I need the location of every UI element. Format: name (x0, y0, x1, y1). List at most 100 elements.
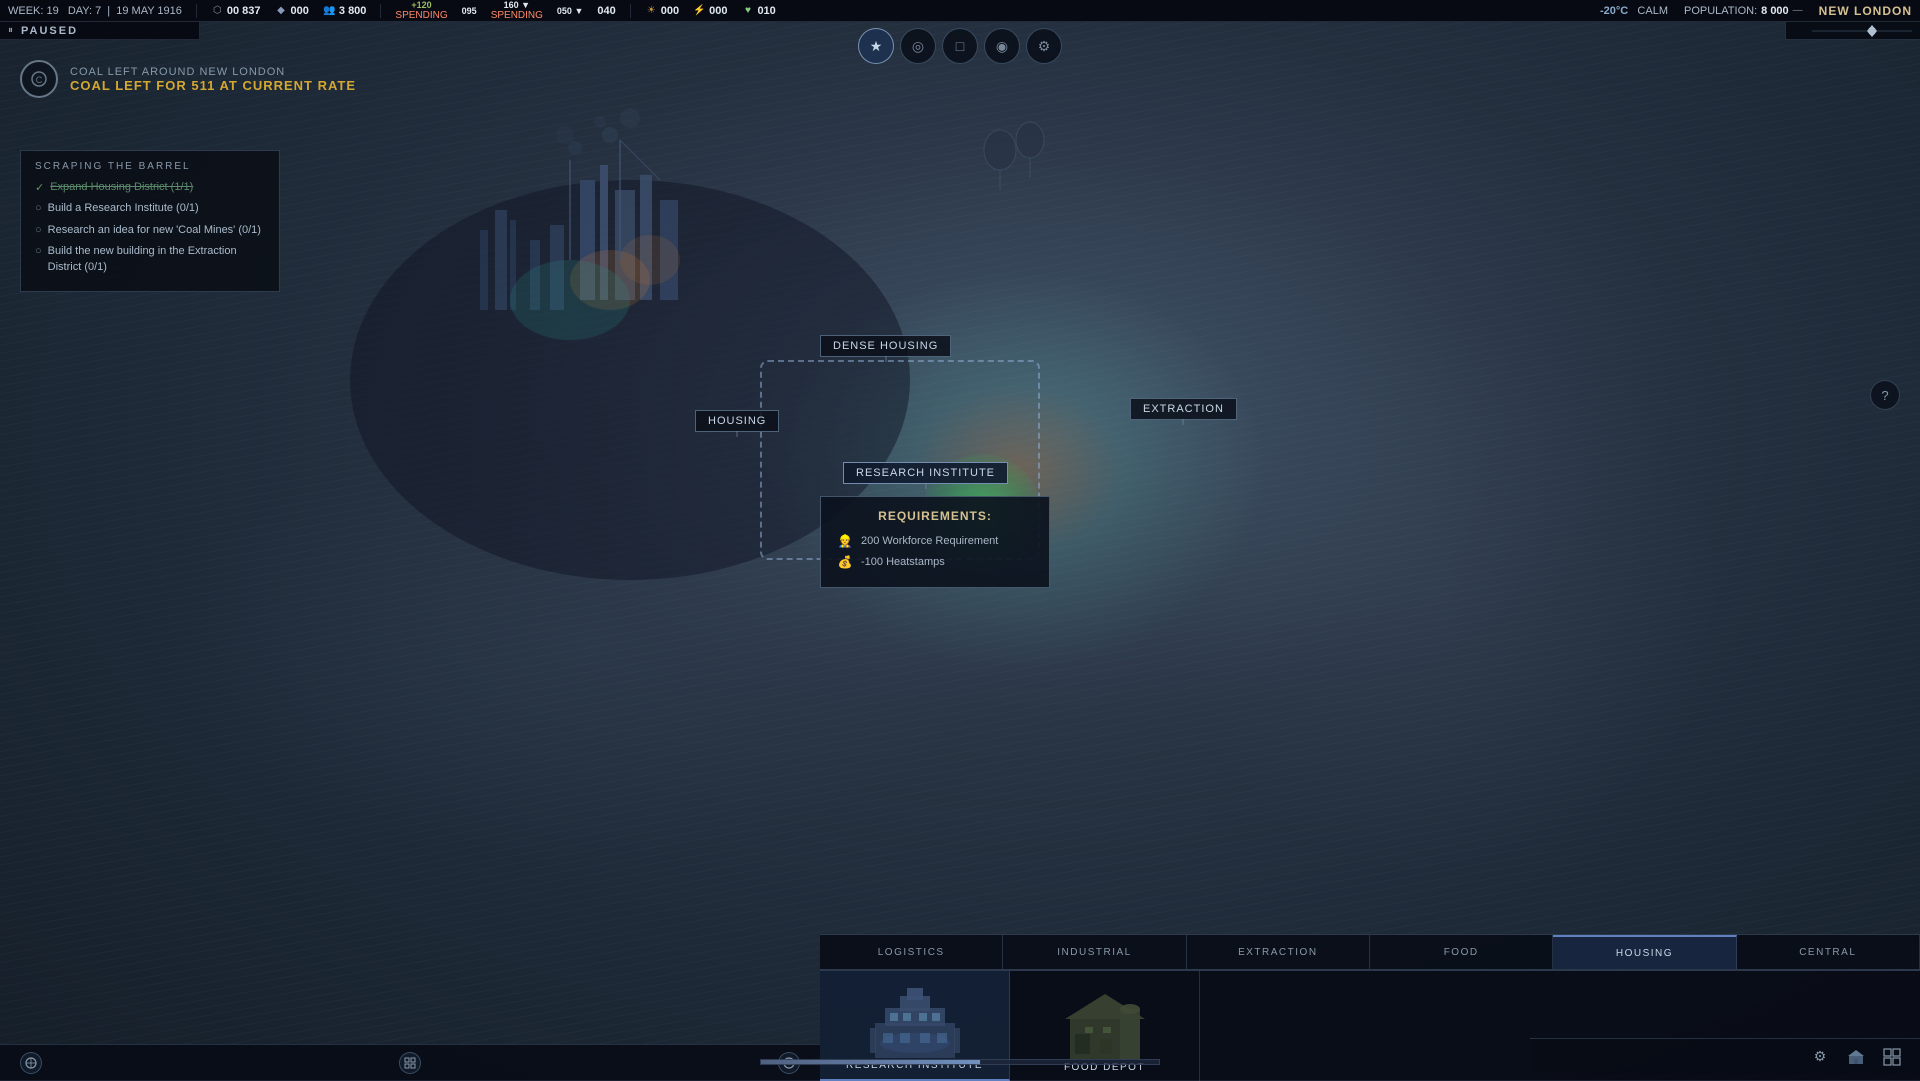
resource-050: 050 ▼ (557, 6, 583, 16)
coal-rate-text: COAL LEFT FOR 511 AT CURRENT RATE (70, 78, 356, 93)
label-dense-housing[interactable]: DENSE HOUSING (820, 335, 951, 357)
quest-box: SCRAPING THE BARREL ✓ Expand Housing Dis… (20, 150, 280, 292)
quest-item-4: ○ Build the new building in the Extracti… (35, 244, 265, 275)
req-heatstamps-text: -100 Heatstamps (861, 556, 945, 568)
quest-text-3: Research an idea for new 'Coal Mines' (0… (48, 223, 261, 238)
requirements-box: REQUIREMENTS: 👷 200 Workforce Requiremen… (820, 496, 1050, 588)
res-160: 160 ▼ (504, 0, 530, 10)
nav-star-btn[interactable]: ★ (858, 28, 894, 64)
tab-industrial[interactable]: INDUSTRIAL (1003, 935, 1186, 969)
food-plus: +120 (411, 0, 431, 10)
resource-160: 160 ▼ SPENDING (491, 0, 543, 21)
food-spending: +120 SPENDING (395, 0, 447, 21)
coal-minus: 095 (462, 6, 477, 16)
pop-resource: 👥 3 800 (323, 4, 367, 17)
balloons (900, 120, 1060, 220)
city-name: NEW LONDON (1819, 4, 1912, 18)
tab-logistics[interactable]: LOGISTICS (820, 935, 1003, 969)
quest-circle-3: ○ (35, 224, 42, 236)
workforce-icon: 👷 (837, 533, 853, 549)
bottom-toolbar (0, 1044, 820, 1080)
nav-compass-btn[interactable]: ◉ (984, 28, 1020, 64)
quest-check-1: ✓ (35, 181, 44, 194)
minus-icon: — (1793, 5, 1803, 16)
right-side-icons: ? (1870, 380, 1900, 410)
toolbar-map-btn[interactable] (20, 1052, 42, 1074)
quest-circle-2: ○ (35, 202, 42, 214)
quest-title: SCRAPING THE BARREL (35, 161, 265, 172)
divider-2 (380, 4, 381, 18)
health-display: ♥ 010 (741, 4, 775, 17)
res-050: 050 ▼ (557, 6, 583, 16)
top-bar-right: -20°C CALM POPULATION: 8 000 — NEW LONDO… (1600, 4, 1912, 18)
pop-icon: 👥 (323, 4, 336, 17)
coal-value: 00 837 (227, 5, 261, 17)
coal-spending-col: 095 (462, 6, 477, 16)
label-research-institute[interactable]: RESEARCH INSTITUTE (843, 462, 1008, 484)
spending-label-2: SPENDING (491, 10, 543, 21)
pop-value: 3 800 (339, 5, 367, 17)
heatstamps-icon: 💰 (837, 554, 853, 570)
help-btn[interactable]: ? (1870, 380, 1900, 410)
build-btn[interactable] (1844, 1045, 1868, 1069)
timeline-indicator (1812, 25, 1912, 37)
morale-display: ☀ 000 (645, 4, 679, 17)
coal-icon: ⬡ (211, 4, 224, 17)
discord-value: 000 (709, 5, 727, 17)
top-bar: WEEK: 19 DAY: 7 | 19 MAY 1916 ⬡ 00 837 ◆… (0, 0, 1920, 22)
toolbar-grid-btn[interactable] (399, 1052, 421, 1074)
paused-label: PAUSED (21, 25, 78, 37)
health-value: 010 (757, 5, 775, 17)
svg-text:C: C (36, 75, 43, 85)
quest-item-1: ✓ Expand Housing District (1/1) (35, 180, 265, 195)
discord-display: ⚡ 000 (693, 4, 727, 17)
tab-food[interactable]: FOOD (1370, 935, 1553, 969)
requirements-title: REQUIREMENTS: (837, 509, 1033, 523)
label-housing[interactable]: HOUSING (695, 410, 779, 432)
settings-btn[interactable]: ⚙ (1808, 1045, 1832, 1069)
quest-text-1: Expand Housing District (1/1) (50, 180, 193, 195)
extraction-text: EXTRACTION (1143, 403, 1224, 415)
morale-value: 000 (661, 5, 679, 17)
district-bar: LOGISTICS INDUSTRIAL EXTRACTION FOOD HOU… (820, 934, 1920, 970)
coal-info-label: COAL LEFT AROUND NEW LONDON (70, 66, 356, 78)
pause-bar[interactable]: ⏸ PAUSED (0, 22, 200, 40)
grid-view-btn[interactable] (1880, 1045, 1904, 1069)
pause-icon: ⏸ (8, 25, 13, 36)
coal-circle-icon: C (20, 60, 58, 98)
tab-central[interactable]: CENTRAL (1737, 935, 1920, 969)
date-label: 19 MAY 1916 (116, 5, 182, 17)
discord-icon: ⚡ (693, 4, 706, 17)
dense-housing-text: DENSE HOUSING (833, 340, 938, 352)
tab-housing[interactable]: HOUSING (1553, 935, 1736, 969)
date-display: WEEK: 19 DAY: 7 | 19 MAY 1916 (8, 5, 182, 17)
req-workforce-text: 200 Workforce Requirement (861, 535, 998, 547)
nav-circle-btn[interactable]: ◎ (900, 28, 936, 64)
resource-040: 040 (597, 5, 615, 17)
timeline-bar (1785, 22, 1920, 40)
divider-3 (630, 4, 631, 18)
res-040: 040 (597, 5, 615, 17)
research-institute-text: RESEARCH INSTITUTE (856, 467, 995, 479)
nav-gear-btn[interactable]: ⚙ (1026, 28, 1062, 64)
label-extraction[interactable]: EXTRACTION (1130, 398, 1237, 420)
progress-bar-fill (761, 1060, 980, 1064)
population-count: 8 000 (1761, 5, 1789, 17)
food-spending-label: SPENDING (395, 10, 447, 21)
progress-bar (760, 1059, 1160, 1065)
steel-value: 000 (291, 5, 309, 17)
population-counter: POPULATION: 8 000 — (1684, 5, 1803, 17)
housing-text: HOUSING (708, 415, 766, 427)
quest-text-2: Build a Research Institute (0/1) (48, 201, 199, 216)
tab-extraction[interactable]: EXTRACTION (1187, 935, 1370, 969)
coal-info-box: C COAL LEFT AROUND NEW LONDON COAL LEFT … (20, 60, 356, 98)
coal-resource: ⬡ 00 837 (211, 4, 261, 17)
week-label: WEEK: 19 (8, 5, 59, 17)
quest-circle-4: ○ (35, 245, 42, 257)
quest-item-2: ○ Build a Research Institute (0/1) (35, 201, 265, 216)
health-icon: ♥ (741, 4, 754, 17)
nav-square-btn[interactable]: □ (942, 28, 978, 64)
divider-1 (196, 4, 197, 18)
temperature-display: -20°C CALM (1600, 5, 1668, 17)
temp-value: -20°C (1600, 5, 1628, 17)
